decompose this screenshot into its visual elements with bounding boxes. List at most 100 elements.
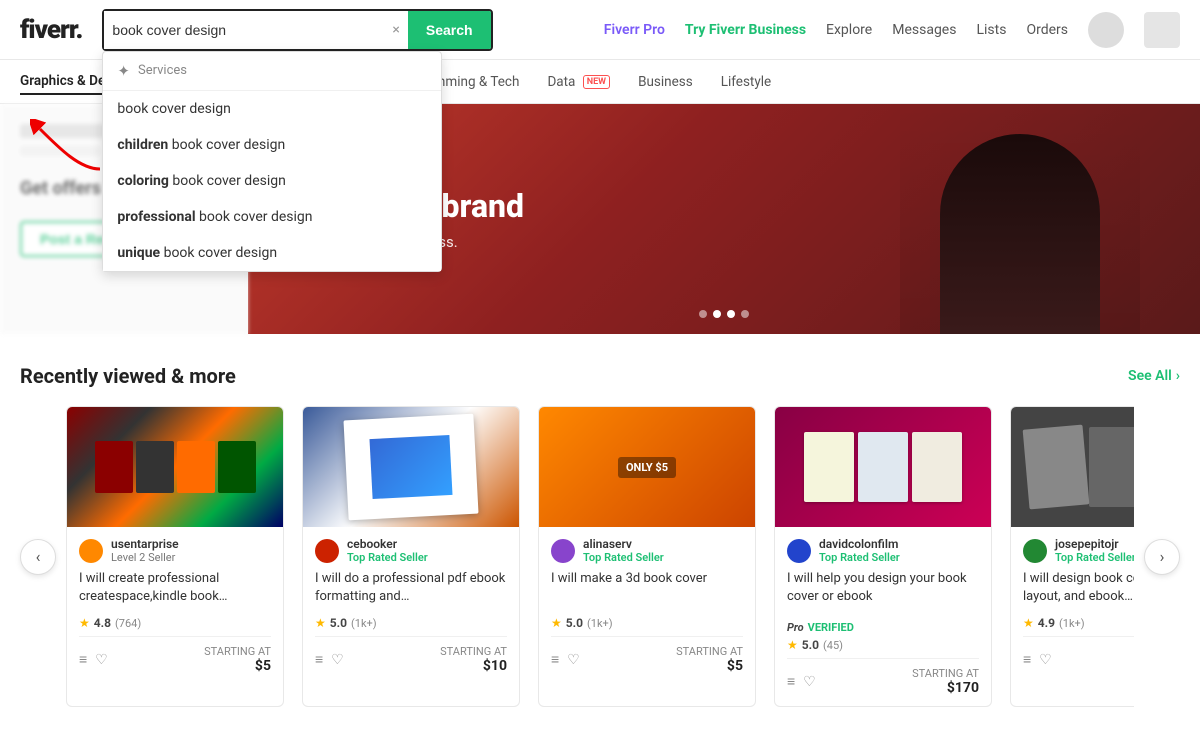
heart-icon[interactable]: ♡: [1039, 652, 1052, 668]
see-all-link[interactable]: See All ›: [1128, 368, 1180, 384]
hero-dot-2[interactable]: [713, 310, 721, 318]
hero-dot-4[interactable]: [741, 310, 749, 318]
card-3-starting-at-label: STARTING AT: [676, 645, 743, 658]
dropdown-services-label: Services: [138, 63, 187, 78]
dropdown-item-3[interactable]: professional book cover design: [103, 199, 441, 235]
card-1-seller-name[interactable]: usentarprise: [111, 537, 271, 551]
card-1-footer: ≡ ♡ STARTING AT $5: [79, 636, 271, 674]
nav-lists[interactable]: Lists: [976, 22, 1006, 38]
menu-icon[interactable]: ≡: [787, 673, 795, 690]
hero-dot-3[interactable]: [727, 310, 735, 318]
card-1-rating-val: 4.8: [94, 616, 111, 630]
nav-fiverr-pro[interactable]: Fiverr Pro: [604, 22, 665, 38]
compass-icon: ✦: [117, 62, 130, 80]
card-4-rating-count: (45): [823, 639, 843, 652]
card-3-rating: ★ 5.0 (1k+): [551, 616, 743, 630]
card-3-actions: ≡ ♡: [551, 651, 580, 668]
card-4-seller-info: davidcolonfilm Top Rated Seller: [819, 537, 979, 564]
cat-graphics[interactable]: Graphics & Des: [20, 69, 112, 95]
dropdown-services-header: ✦ Services: [103, 52, 441, 91]
card-3-image: ONLY $5: [539, 407, 755, 527]
cards-next-arrow[interactable]: ›: [1144, 539, 1180, 575]
card-2-image: [303, 407, 519, 527]
menu-icon[interactable]: ≡: [79, 651, 87, 668]
card-3-body: alinaserv Top Rated Seller I will make a…: [539, 527, 755, 684]
cards-wrapper: ‹ usentarprise Level 2 Seller: [20, 406, 1180, 707]
card-3-seller: alinaserv Top Rated Seller: [551, 537, 743, 564]
cards-prev-arrow[interactable]: ‹: [20, 539, 56, 575]
card-4-seller-name[interactable]: davidcolonfilm: [819, 537, 979, 551]
card-1-body: usentarprise Level 2 Seller I will creat…: [67, 527, 283, 684]
heart-icon[interactable]: ♡: [803, 674, 816, 690]
dropdown-item-4[interactable]: unique book cover design: [103, 235, 441, 271]
menu-icon[interactable]: ≡: [1023, 651, 1031, 668]
card-1-title: I will create professional createspace,k…: [79, 570, 271, 610]
search-button[interactable]: Search: [408, 11, 491, 49]
card-2-price: $10: [440, 658, 507, 674]
card-5-actions: ≡ ♡: [1023, 651, 1052, 668]
pro-verified-badge: Pro VERIFIED: [787, 621, 854, 634]
card-4: davidcolonfilm Top Rated Seller I will h…: [774, 406, 992, 707]
card-3-price-container: STARTING AT $5: [676, 645, 743, 674]
card-2-footer: ≡ ♡ STARTING AT $10: [315, 636, 507, 674]
bold-text-1: children: [117, 137, 168, 153]
card-3-price: $5: [676, 658, 743, 674]
card-5-seller-info: josepepitojr Top Rated Seller: [1055, 537, 1134, 564]
see-all-text: See All: [1128, 368, 1172, 384]
hero-dot-1[interactable]: [699, 310, 707, 318]
cat-lifestyle[interactable]: Lifestyle: [721, 70, 771, 94]
card-4-rating: ★ 5.0 (45): [787, 638, 979, 652]
card-5-seller-level: Top Rated Seller: [1055, 551, 1134, 564]
card-4-seller-level: Top Rated Seller: [819, 551, 979, 564]
card-3-rating-count: (1k+): [587, 617, 613, 630]
user-avatar-2[interactable]: [1144, 12, 1180, 48]
hero-dots: [699, 310, 749, 318]
user-avatar[interactable]: [1088, 12, 1124, 48]
card-4-seller: davidcolonfilm Top Rated Seller: [787, 537, 979, 564]
card-1-seller-info: usentarprise Level 2 Seller: [111, 537, 271, 564]
dropdown-item-2[interactable]: coloring book cover design: [103, 163, 441, 199]
card-1-rating-count: (764): [115, 617, 141, 630]
cat-data-label: Data: [547, 74, 575, 90]
heart-icon[interactable]: ♡: [95, 652, 108, 668]
bold-text-3: professional: [117, 209, 195, 225]
star-icon: ★: [1023, 616, 1034, 630]
card-1: usentarprise Level 2 Seller I will creat…: [66, 406, 284, 707]
nav-orders[interactable]: Orders: [1026, 22, 1068, 38]
dropdown-item-1[interactable]: children book cover design: [103, 127, 441, 163]
nav-explore[interactable]: Explore: [826, 22, 872, 38]
pro-text: Pro: [787, 621, 804, 634]
card-5-seller-name[interactable]: josepepitojr: [1055, 537, 1134, 551]
star-icon: ★: [79, 616, 90, 630]
card-5-footer: ≡ ♡ STARTING AT $65: [1023, 636, 1134, 674]
dropdown-item-0[interactable]: book cover design: [103, 91, 441, 127]
card-3-seller-info: alinaserv Top Rated Seller: [583, 537, 743, 564]
heart-icon[interactable]: ♡: [567, 652, 580, 668]
card-3-seller-name[interactable]: alinaserv: [583, 537, 743, 551]
heart-icon[interactable]: ♡: [331, 652, 344, 668]
verified-text: VERIFIED: [808, 621, 854, 634]
search-dropdown: ✦ Services book cover design children bo…: [102, 51, 442, 272]
cat-data[interactable]: Data NEW: [547, 70, 610, 94]
card-4-avatar: [787, 539, 811, 563]
card-2-seller-name[interactable]: cebooker: [347, 537, 507, 551]
nav-messages[interactable]: Messages: [892, 22, 956, 38]
card-5-image: [1011, 407, 1134, 527]
search-clear-icon[interactable]: ×: [384, 22, 407, 38]
card-4-footer: ≡ ♡ STARTING AT $170: [787, 658, 979, 696]
card-1-starting-at-label: STARTING AT: [204, 645, 271, 658]
logo[interactable]: fiverr.: [20, 15, 82, 45]
menu-icon[interactable]: ≡: [551, 651, 559, 668]
card-4-starting-at-label: STARTING AT: [912, 667, 979, 680]
header: fiverr. × Search ✦ Services book cover d…: [0, 0, 1200, 60]
card-2-actions: ≡ ♡: [315, 651, 344, 668]
search-input[interactable]: [104, 11, 384, 49]
cards-container: usentarprise Level 2 Seller I will creat…: [66, 406, 1134, 707]
card-3-seller-level: Top Rated Seller: [583, 551, 743, 564]
nav-fiverr-business[interactable]: Try Fiverr Business: [685, 22, 806, 38]
recently-title: Recently viewed & more: [20, 364, 236, 388]
card-2-seller: cebooker Top Rated Seller: [315, 537, 507, 564]
menu-icon[interactable]: ≡: [315, 651, 323, 668]
card-1-actions: ≡ ♡: [79, 651, 108, 668]
cat-business[interactable]: Business: [638, 70, 693, 94]
